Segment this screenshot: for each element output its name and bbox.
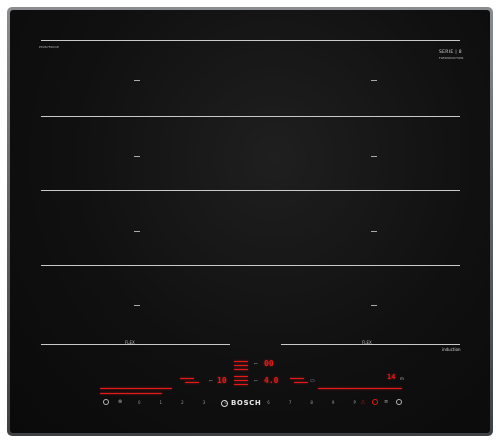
zone-indicator-bar (234, 380, 248, 381)
zone-marking-line (41, 116, 230, 117)
zone-indicator-bar (185, 382, 199, 383)
zone-center-mark (134, 80, 140, 81)
power-level-right: 14 (387, 373, 396, 381)
flex-zone-left-label: FLEX (125, 340, 135, 345)
scale-mark[interactable]: 7 (289, 399, 292, 407)
zone-marking-line (41, 344, 230, 345)
flex-zone-right-label: FLEX (362, 340, 372, 345)
zone-center-mark (134, 156, 140, 157)
menu-icon[interactable]: ≡ (384, 400, 388, 405)
zone-center-mark (134, 305, 140, 306)
zone-marking-line (41, 190, 230, 191)
zone-center-mark (134, 231, 140, 232)
brand-name: BOSCH (231, 399, 262, 407)
power-slider-fill (100, 393, 162, 394)
power-level-left: 10 (217, 376, 227, 385)
bracket-icon: ⌐ (209, 378, 214, 384)
zone-indicator-bar (234, 384, 248, 385)
zone-center-mark (371, 305, 377, 306)
zone-indicator-bar (234, 369, 248, 370)
zone-marking-line (281, 116, 460, 117)
power-slider-track-right[interactable] (318, 388, 402, 389)
zone-marking-line (41, 40, 256, 41)
zone-marking-line (229, 265, 281, 266)
pan-detect-icon: ▭ (310, 378, 315, 384)
scale-mark[interactable]: 9 (332, 399, 335, 407)
zone-marking-line (41, 265, 230, 266)
power-level-center: 4.0 (264, 376, 279, 385)
timer-bracket-icon: ⌐ (254, 361, 259, 367)
scale-mark[interactable]: 0 (138, 399, 141, 407)
power-icon[interactable] (103, 399, 109, 405)
cooktop-frame: PXX675DC1E SERIE | 8 FLEXINDUCTION FLEX … (7, 7, 493, 436)
zone-marking-line (281, 190, 460, 191)
feature-badge: FLEXINDUCTION (439, 56, 464, 60)
zone-indicator-bar (180, 378, 194, 379)
brand-logo: BOSCH (221, 396, 273, 410)
zone-indicator-bar (234, 365, 248, 366)
timer-icon[interactable] (372, 399, 378, 405)
wipe-protection-icon[interactable]: △ (361, 400, 365, 405)
child-lock-icon[interactable]: ⊗ (118, 400, 122, 405)
scale-mark[interactable]: 2 (181, 399, 184, 407)
zone-marking-line (229, 40, 281, 41)
settings-icon[interactable] (396, 399, 402, 405)
zone-center-mark (371, 80, 377, 81)
scale-mark[interactable]: 1 (160, 399, 163, 407)
zone-marking-line (281, 265, 460, 266)
zone-marking-line (229, 190, 281, 191)
series-badge: SERIE | 8 (439, 50, 462, 55)
zone-indicator-bar (234, 361, 248, 362)
zone-indicator-bar (234, 376, 248, 377)
zone-center-mark (371, 231, 377, 232)
induction-label: induction (442, 347, 461, 352)
model-label: PXX675DC1E (39, 45, 59, 49)
scale-mark[interactable]: P (353, 399, 355, 407)
timer-display: 00 (264, 359, 274, 368)
bracket-icon: ⌐ (254, 378, 259, 384)
power-slider-track[interactable] (100, 388, 172, 389)
zone-marking-line (229, 116, 281, 117)
unit-icon: m (400, 376, 404, 381)
zone-indicator-bar (290, 378, 304, 379)
scale-mark[interactable]: 8 (310, 399, 313, 407)
scale-mark[interactable]: 3 (203, 399, 206, 407)
bosch-armature-icon (221, 399, 228, 407)
zone-indicator-bar (294, 382, 308, 383)
zone-marking-line (281, 40, 460, 41)
zone-center-mark (371, 156, 377, 157)
glass-surface: PXX675DC1E SERIE | 8 FLEXINDUCTION FLEX … (10, 10, 490, 433)
